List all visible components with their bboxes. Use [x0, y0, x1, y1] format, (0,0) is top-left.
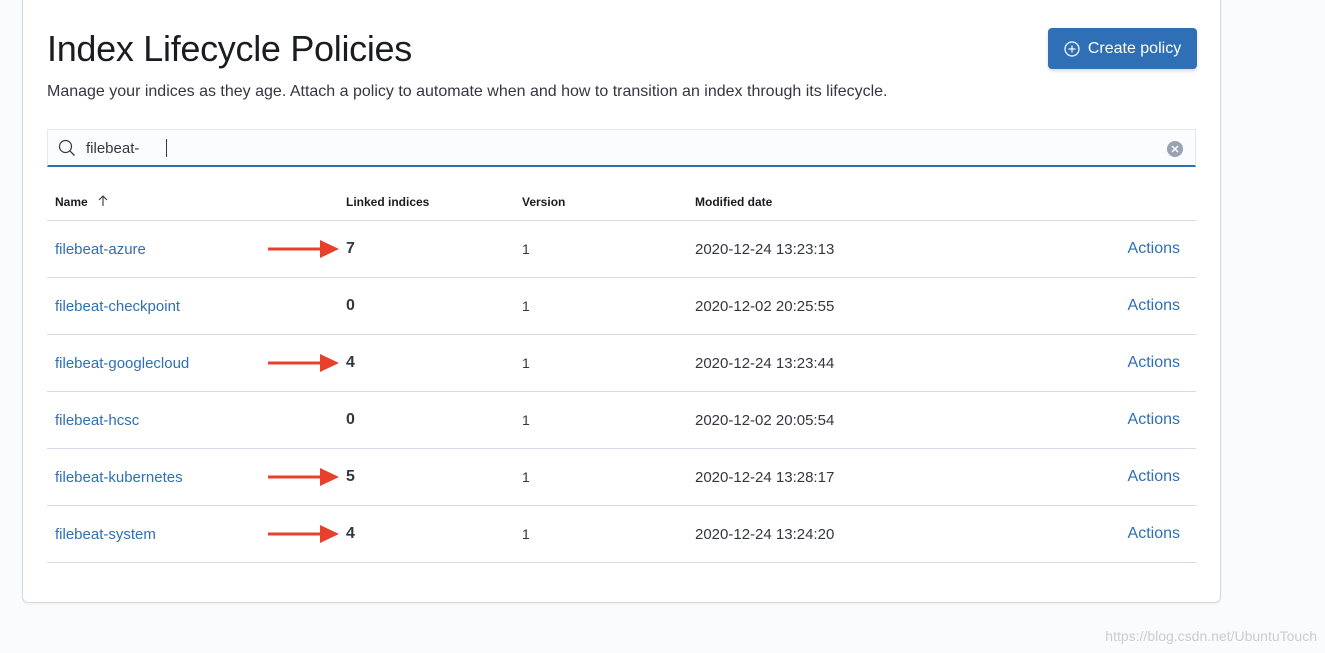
column-header-linked-indices[interactable]: Linked indices [346, 195, 429, 209]
annotation-arrow-icon [268, 525, 339, 543]
policy-version: 1 [522, 412, 530, 428]
policy-version: 1 [522, 298, 530, 314]
linked-indices-count: 7 [346, 240, 355, 257]
column-header-version[interactable]: Version [522, 195, 565, 209]
linked-indices-count: 0 [346, 297, 355, 314]
policies-panel: Index Lifecycle Policies Manage your ind… [22, 0, 1221, 603]
sort-ascending-icon [98, 195, 108, 206]
actions-link[interactable]: Actions [1128, 506, 1180, 562]
policy-version: 1 [522, 355, 530, 371]
plus-circle-icon [1064, 40, 1080, 57]
column-header-modified-date[interactable]: Modified date [695, 195, 772, 209]
policy-name-link[interactable]: filebeat-hcsc [55, 392, 139, 448]
actions-link[interactable]: Actions [1128, 392, 1180, 448]
watermark: https://blog.csdn.net/UbuntuTouch [1105, 628, 1317, 644]
actions-link[interactable]: Actions [1128, 335, 1180, 391]
table-row: filebeat-checkpoint 0 1 2020-12-02 20:25:55… [47, 278, 1196, 335]
policy-name-link[interactable]: filebeat-system [55, 506, 156, 562]
annotation-arrow-icon [268, 468, 339, 486]
create-policy-button[interactable]: Create policy [1048, 28, 1197, 69]
modified-date: 2020-12-24 13:23:44 [695, 354, 835, 372]
actions-link[interactable]: Actions [1128, 449, 1180, 505]
actions-link[interactable]: Actions [1128, 278, 1180, 334]
table-row: filebeat-system 4 1 2020-12-24 13:24:20 Acti… [47, 506, 1196, 563]
page-title: Index Lifecycle Policies [47, 28, 412, 69]
policy-version: 1 [522, 469, 530, 485]
modified-date: 2020-12-02 20:05:54 [695, 411, 835, 429]
linked-indices-count: 4 [346, 354, 355, 371]
table-header: Name Linked indices Version Modified dat… [47, 186, 1196, 221]
modified-date: 2020-12-24 13:23:13 [695, 240, 835, 258]
linked-indices-count: 0 [346, 411, 355, 428]
table-row: filebeat-kubernetes 5 1 2020-12-24 13:28:17… [47, 449, 1196, 506]
linked-indices-count: 5 [346, 468, 355, 485]
policies-table: Name Linked indices Version Modified dat… [47, 186, 1196, 563]
table-row: filebeat-azure 7 1 2020-12-24 13:23:13 Actio… [47, 221, 1196, 278]
close-icon [1171, 145, 1179, 153]
clear-search-icon[interactable] [1167, 141, 1183, 157]
search-input[interactable] [86, 136, 1146, 160]
policy-name-link[interactable]: filebeat-googlecloud [55, 335, 189, 391]
table-row: filebeat-hcsc 0 1 2020-12-02 20:05:54 Action… [47, 392, 1196, 449]
page-subtitle: Manage your indices as they age. Attach … [47, 83, 888, 100]
table-row: filebeat-googlecloud 4 1 2020-12-24 13:23:4… [47, 335, 1196, 392]
policy-name-link[interactable]: filebeat-azure [55, 221, 146, 277]
policy-name-link[interactable]: filebeat-kubernetes [55, 449, 183, 505]
modified-date: 2020-12-24 13:24:20 [695, 525, 835, 543]
actions-link[interactable]: Actions [1128, 221, 1180, 277]
table-body: filebeat-azure 7 1 2020-12-24 13:23:13 Actio… [47, 221, 1196, 563]
column-header-name[interactable]: Name [55, 195, 109, 209]
text-caret [166, 139, 167, 157]
linked-indices-count: 4 [346, 525, 355, 542]
column-header-name-label: Name [55, 195, 88, 209]
annotation-arrow-icon [268, 354, 339, 372]
modified-date: 2020-12-24 13:28:17 [695, 468, 835, 486]
search-icon [58, 139, 75, 156]
annotation-arrow-icon [268, 240, 339, 258]
search-bar [47, 129, 1196, 167]
policy-version: 1 [522, 526, 530, 542]
modified-date: 2020-12-02 20:25:55 [695, 297, 835, 315]
policy-name-link[interactable]: filebeat-checkpoint [55, 278, 180, 334]
policy-version: 1 [522, 241, 530, 257]
create-policy-label: Create policy [1087, 39, 1182, 57]
